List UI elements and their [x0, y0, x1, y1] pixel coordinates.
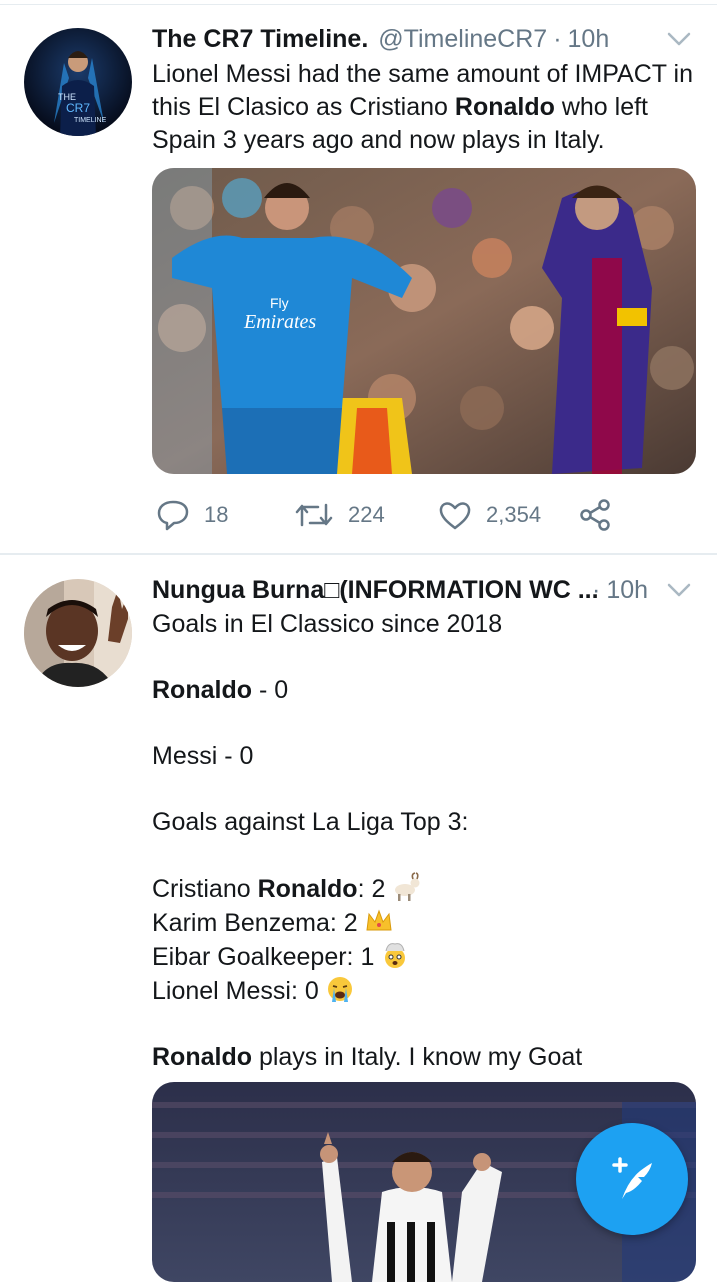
text-bold: Ronaldo	[152, 1043, 252, 1071]
share-icon	[580, 499, 610, 531]
crying-face-emoji	[327, 977, 352, 1002]
separator-dot: ·	[553, 24, 562, 53]
text-part: Cristiano	[152, 875, 258, 903]
text-part: Eibar Goalkeeper: 1	[152, 943, 375, 971]
timestamp[interactable]: 10h	[606, 576, 648, 605]
text-line: Ronaldo - 0	[152, 674, 697, 707]
text-line: Cristiano Ronaldo: 2	[152, 872, 697, 906]
like-count: 2,354	[486, 502, 542, 527]
display-name[interactable]: The CR7 Timeline.	[152, 25, 368, 54]
text-bold: Ronaldo	[257, 875, 358, 903]
jersey-sponsor: Emirates	[243, 311, 316, 333]
tweet-text: Goals in El Classico since 2018 Ronaldo …	[152, 608, 697, 1074]
reply-button[interactable]: 18	[156, 495, 228, 535]
user-handle[interactable]: @TimelineCR7	[378, 25, 547, 54]
timestamp[interactable]: 10h	[568, 25, 610, 54]
crown-emoji	[366, 909, 392, 931]
avatar-text: CR7	[66, 101, 90, 115]
text-line: Lionel Messi: 0	[152, 974, 697, 1008]
text-part: - 0	[252, 676, 289, 704]
reply-icon	[157, 500, 189, 531]
tweet-divider	[0, 553, 717, 555]
text-line: Goals in El Classico since 2018	[152, 610, 503, 638]
tweet-text: Lionel Messi had the same amount of IMPA…	[152, 58, 697, 157]
compose-tweet-icon	[612, 1157, 652, 1199]
compose-tweet-button[interactable]	[576, 1123, 688, 1235]
tweet-header: The CR7 Timeline. @TimelineCR7 · 10h	[152, 21, 609, 57]
text-part: Karim Benzema: 2	[152, 909, 358, 937]
exploding-head-emoji	[385, 943, 406, 968]
text-part: : 2	[357, 875, 386, 903]
text-part: plays in Italy. I know my Goat	[252, 1043, 583, 1071]
goat-emoji	[395, 872, 420, 901]
text-part: Lionel Messi: 0	[152, 977, 319, 1005]
text-line: Karim Benzema: 2	[152, 906, 697, 940]
avatar[interactable]: THE CR7 TIMELINE	[24, 28, 132, 136]
text-line: Eibar Goalkeeper: 1	[152, 940, 697, 974]
avatar-text: TIMELINE	[74, 117, 107, 124]
chevron-down-icon[interactable]	[665, 25, 693, 53]
tweet[interactable]: THE CR7 TIMELINE The CR7 Timeline. @Time…	[0, 0, 717, 553]
share-button[interactable]	[578, 495, 626, 535]
text-line: Goals against La Liga Top 3:	[152, 808, 469, 836]
heart-icon	[439, 502, 471, 530]
tweet-header: Nungua Burna□(INFORMATION WC ...	[152, 572, 599, 608]
reply-count: 18	[204, 502, 229, 527]
separator-dot: ·	[592, 575, 601, 604]
retweet-icon	[295, 503, 333, 527]
tweet-text-bold: Ronaldo	[454, 93, 555, 121]
tweet-photo[interactable]: Fly Emirates	[152, 168, 696, 474]
tweet-meta: · 10h	[592, 572, 648, 608]
like-button[interactable]: 2,354	[438, 495, 541, 535]
text-line: Messi - 0	[152, 742, 254, 770]
chevron-down-icon[interactable]	[665, 576, 693, 604]
jersey-sponsor: Fly	[270, 295, 289, 311]
avatar[interactable]	[24, 579, 132, 687]
text-line: Ronaldo plays in Italy. I know my Goat	[152, 1041, 697, 1074]
text-bold: Ronaldo	[152, 676, 252, 704]
display-name[interactable]: Nungua Burna□(INFORMATION WC ...	[152, 576, 599, 605]
tweet-actions: 18 224 2,354	[152, 495, 632, 535]
retweet-count: 224	[348, 502, 385, 527]
retweet-button[interactable]: 224	[294, 495, 385, 535]
